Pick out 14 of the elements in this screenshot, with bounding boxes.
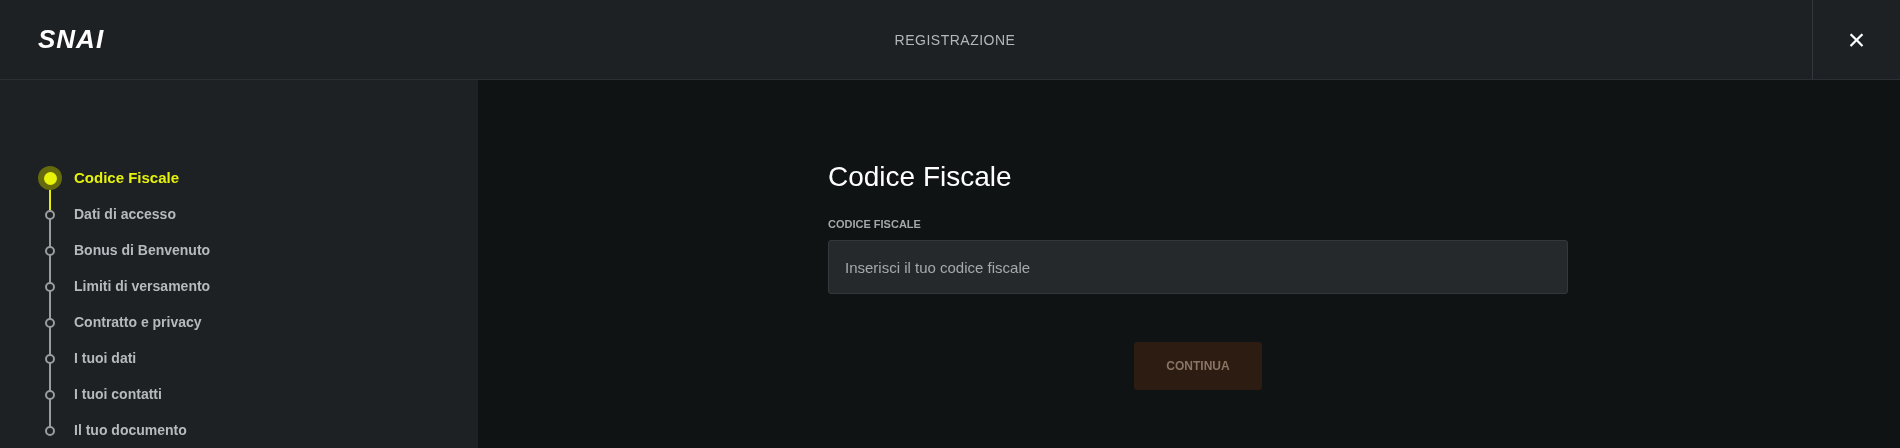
step-label: I tuoi dati bbox=[74, 348, 137, 368]
step-label: I tuoi contatti bbox=[74, 384, 162, 404]
form-heading: Codice Fiscale bbox=[828, 160, 1013, 194]
step-label: Il tuo documento bbox=[74, 420, 187, 440]
logo: SNAI bbox=[37, 23, 106, 56]
input-field[interactable]: Inserisci il tuo codice fiscale bbox=[828, 240, 1568, 295]
step-label: Codice Fiscale bbox=[74, 167, 180, 188]
step-label: Limiti di versamento bbox=[74, 276, 211, 296]
step-label: Bonus di Benvenuto bbox=[74, 240, 211, 260]
page-title: REGISTRAZIONE bbox=[894, 31, 1016, 48]
field-label: CODICE FISCALE bbox=[828, 216, 922, 232]
step-label: Dati di accesso bbox=[74, 204, 176, 224]
step-label: Contratto e privacy bbox=[74, 312, 202, 332]
close-button[interactable]: × bbox=[1843, 24, 1870, 55]
